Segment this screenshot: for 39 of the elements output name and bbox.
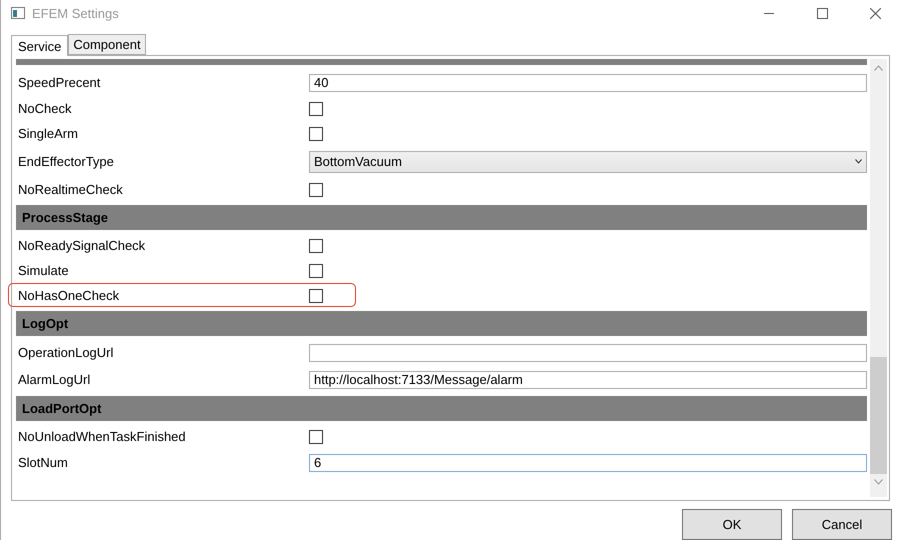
property-label: EndEffectorType — [17, 154, 115, 169]
property-label: Simulate — [17, 263, 70, 278]
minimize-icon — [764, 12, 774, 14]
property-label: NoReadySignalCheck — [17, 238, 146, 253]
close-icon — [870, 8, 880, 18]
scrollbar[interactable] — [870, 59, 887, 497]
input-field[interactable]: http://localhost:7133/Message/alarm — [309, 370, 867, 388]
checkbox[interactable] — [309, 126, 323, 140]
caret-icon — [855, 159, 862, 164]
tab[interactable]: Service — [11, 35, 68, 56]
dialog-button[interactable]: Cancel — [792, 509, 892, 540]
category-header: LoadPortOpt — [16, 396, 867, 421]
tab[interactable]: Component — [68, 34, 146, 55]
checkbox[interactable] — [309, 102, 323, 116]
input-field[interactable]: 40 — [309, 74, 867, 92]
property-label: NoRealtimeCheck — [17, 182, 124, 197]
property-label: AlarmLogUrl — [17, 372, 92, 387]
dropdown[interactable]: BottomVacuum — [309, 150, 867, 172]
property-label: NoHasOneCheck — [17, 288, 120, 303]
property-label: SpeedPrecent — [17, 75, 102, 90]
property-label: SlotNum — [17, 455, 69, 470]
input-field[interactable] — [309, 344, 867, 362]
dialog-button[interactable]: OK — [682, 509, 782, 540]
property-label: SingleArm — [17, 126, 79, 141]
window-title: EFEM Settings — [32, 6, 120, 20]
input-field[interactable]: 6 — [309, 454, 867, 472]
property-label: NoCheck — [17, 101, 72, 116]
app-icon — [11, 7, 25, 19]
checkbox[interactable] — [309, 238, 323, 252]
category-header: ProcessStage — [16, 205, 867, 230]
checkbox[interactable] — [309, 264, 323, 278]
checkbox[interactable] — [309, 288, 323, 302]
scroll-thumb[interactable] — [870, 357, 887, 474]
property-label: NoUnloadWhenTaskFinished — [17, 429, 187, 444]
checkbox[interactable] — [309, 182, 323, 196]
checkbox[interactable] — [309, 430, 323, 444]
maximize-icon — [816, 8, 828, 18]
property-label: OperationLogUrl — [17, 345, 114, 360]
category-header: LogOpt — [16, 311, 867, 336]
